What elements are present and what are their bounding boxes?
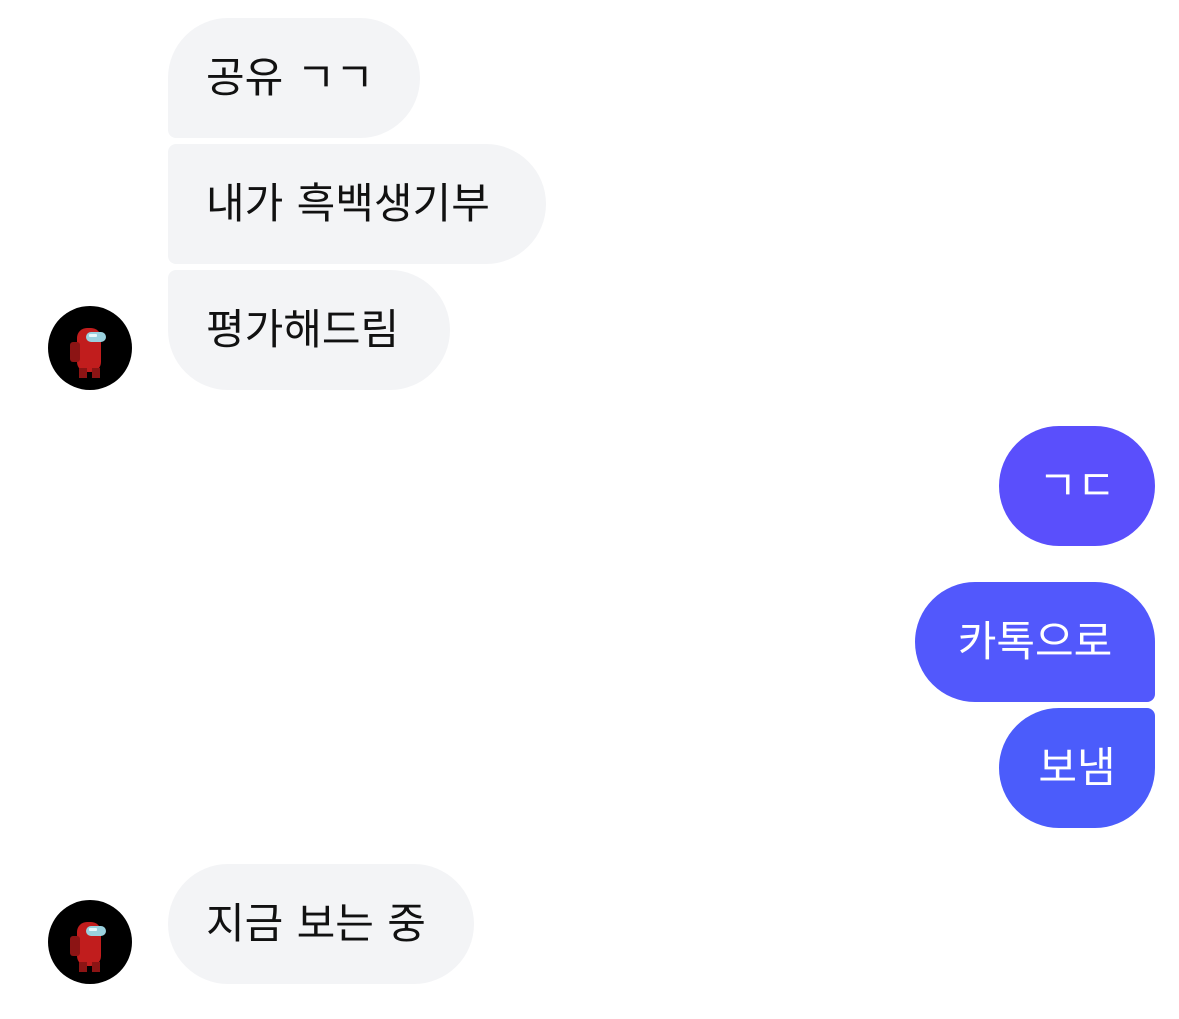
message-text: ㄱㄷ xyxy=(1038,461,1116,510)
message-text: 카톡으로 xyxy=(957,617,1113,666)
among-us-red-crewmate-icon xyxy=(70,922,106,972)
message-text: 내가 흑백생기부 xyxy=(206,179,490,228)
sender-avatar[interactable] xyxy=(48,900,132,984)
message-bubble-incoming[interactable]: 평가해드림 xyxy=(168,270,450,390)
message-bubble-outgoing[interactable]: 보냄 xyxy=(999,708,1155,828)
among-us-red-crewmate-icon xyxy=(70,328,106,378)
message-bubble-incoming[interactable]: 지금 보는 중 xyxy=(168,864,474,984)
message-text: 공유 ㄱㄱ xyxy=(206,53,374,102)
message-bubble-outgoing[interactable]: 카톡으로 xyxy=(915,582,1155,702)
message-bubble-outgoing[interactable]: ㄱㄷ xyxy=(999,426,1155,546)
message-text: 지금 보는 중 xyxy=(206,899,426,948)
message-text: 평가해드림 xyxy=(206,305,400,354)
message-bubble-incoming[interactable]: 내가 흑백생기부 xyxy=(168,144,546,264)
sender-avatar[interactable] xyxy=(48,306,132,390)
message-bubble-incoming[interactable]: 공유 ㄱㄱ xyxy=(168,18,420,138)
message-text: 보냄 xyxy=(1038,743,1116,792)
